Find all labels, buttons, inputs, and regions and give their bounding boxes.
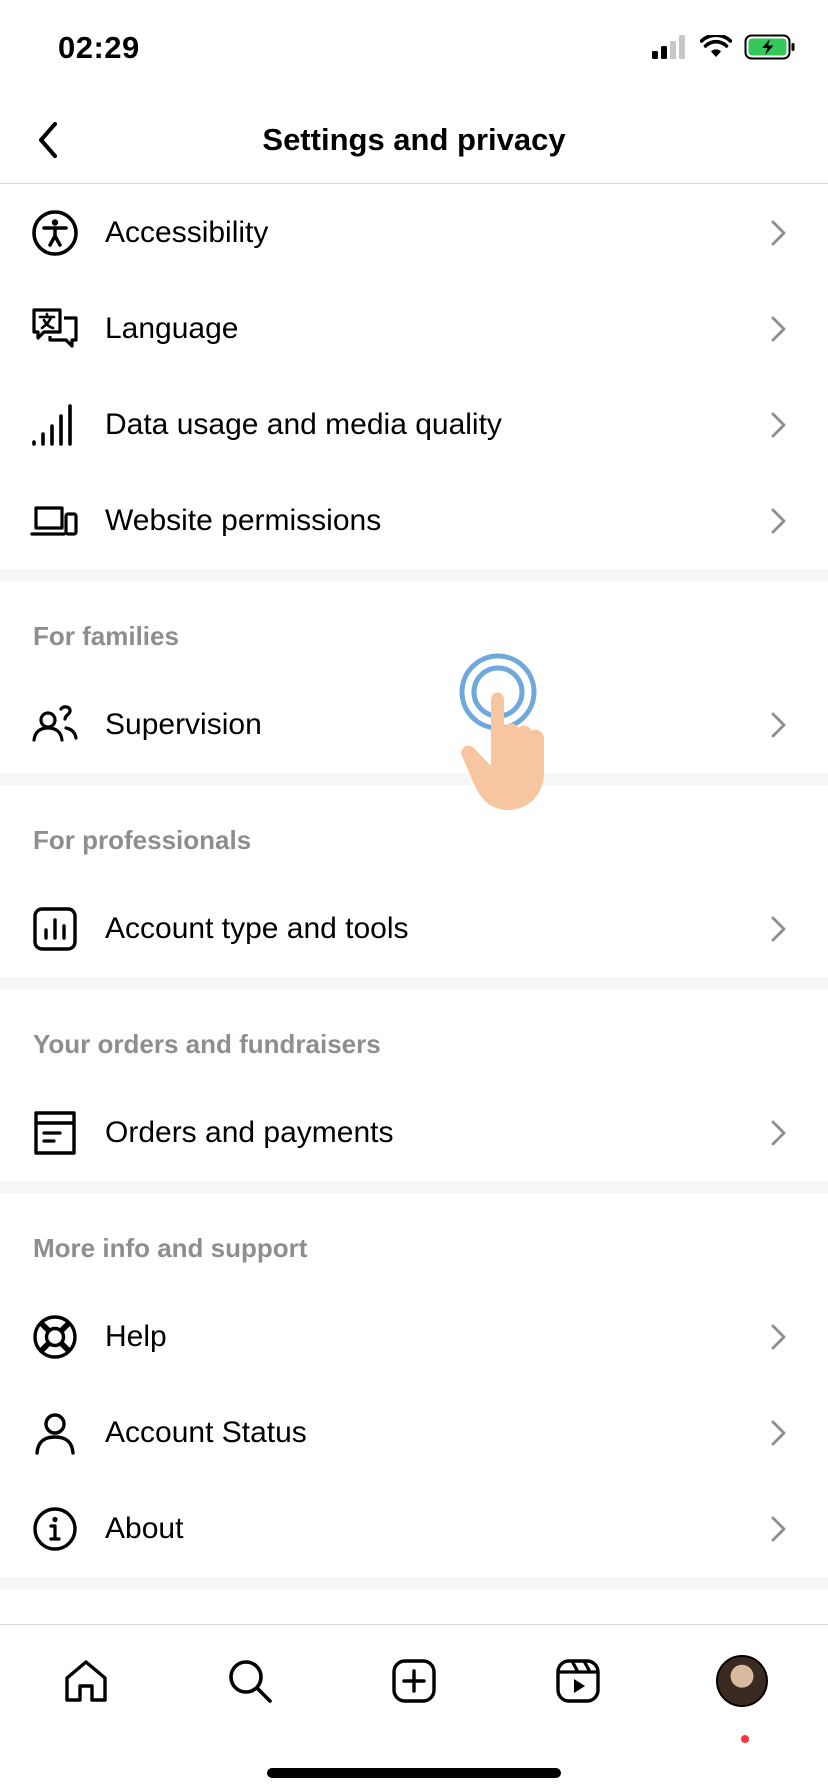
accessibility-icon [30,208,80,258]
create-icon [392,1659,436,1703]
info-icon [30,1504,80,1554]
devices-icon [30,496,80,546]
bottom-tab-bar [0,1624,828,1792]
section-separator [0,569,828,581]
settings-row-label: Accessibility [105,216,269,249]
language-icon [30,304,80,354]
home-icon [65,1660,107,1702]
settings-row-data-usage[interactable]: Data usage and media quality [0,377,828,473]
section-more-info: More info and support Help Account Statu… [0,1193,828,1577]
section-separator [0,1577,828,1589]
section-for-families: For families Supervision [0,581,828,773]
navigation-bar: Settings and privacy [0,96,828,184]
tab-create[interactable] [384,1651,444,1711]
chevron-right-icon [771,916,786,942]
settings-row-language[interactable]: Language [0,281,828,377]
person-icon [30,1408,80,1458]
profile-avatar [716,1655,768,1707]
settings-row-label: Orders and payments [105,1116,394,1149]
settings-row-label: Account Status [105,1416,307,1449]
chevron-right-icon [771,316,786,342]
chevron-right-icon [771,712,786,738]
settings-row-label: Data usage and media quality [105,408,502,441]
home-indicator [267,1768,561,1778]
section-header: More info and support [33,1233,308,1263]
settings-row-label: Help [105,1320,167,1353]
section-separator [0,1181,828,1193]
settings-row-account-type[interactable]: Account type and tools [0,881,828,977]
chevron-right-icon [771,412,786,438]
signal-bars-icon [30,400,80,450]
lifebuoy-icon [30,1312,80,1362]
chevron-right-icon [771,220,786,246]
settings-row-label: Website permissions [105,504,382,537]
settings-row-website-permissions[interactable]: Website permissions [0,473,828,569]
settings-row-label: About [105,1512,184,1545]
section-separator [0,773,828,785]
chevron-right-icon [771,1420,786,1446]
tab-profile[interactable] [712,1651,772,1711]
settings-row-supervision[interactable]: Supervision [0,677,828,773]
chevron-right-icon [771,1516,786,1542]
settings-row-label: Account type and tools [105,912,409,945]
status-icons [652,34,796,60]
chevron-right-icon [771,508,786,534]
settings-row-help[interactable]: Help [0,1289,828,1385]
section-general: Accessibility Language Data usage and me… [0,185,828,569]
reels-icon [556,1659,600,1703]
status-bar: 02:29 [0,0,828,96]
section-for-professionals: For professionals Account type and tools [0,785,828,977]
battery-charging-icon [744,34,795,60]
orders-icon [30,1108,80,1158]
chevron-right-icon [771,1120,786,1146]
notification-dot [741,1735,749,1743]
settings-row-label: Supervision [105,708,262,741]
settings-row-orders-payments[interactable]: Orders and payments [0,1085,828,1181]
tab-home[interactable] [56,1651,116,1711]
settings-row-accessibility[interactable]: Accessibility [0,185,828,281]
wifi-icon [700,35,732,57]
section-header: For families [33,621,179,651]
supervision-icon [30,700,80,750]
section-header: Your orders and fundraisers [33,1029,381,1059]
section-separator [0,977,828,989]
page-title: Settings and privacy [262,122,566,157]
search-icon [229,1660,272,1703]
settings-list: Accessibility Language Data usage and me… [0,185,828,1589]
section-orders: Your orders and fundraisers Orders and p… [0,989,828,1181]
tap-hand-icon [459,653,544,810]
insights-icon [30,904,80,954]
settings-row-label: Language [105,312,239,345]
section-header: For professionals [33,825,252,855]
tab-search[interactable] [220,1651,280,1711]
cellular-signal-icon [652,35,685,59]
settings-row-account-status[interactable]: Account Status [0,1385,828,1481]
chevron-right-icon [771,1324,786,1350]
settings-row-about[interactable]: About [0,1481,828,1577]
status-time: 02:29 [58,30,140,65]
tab-reels[interactable] [548,1651,608,1711]
